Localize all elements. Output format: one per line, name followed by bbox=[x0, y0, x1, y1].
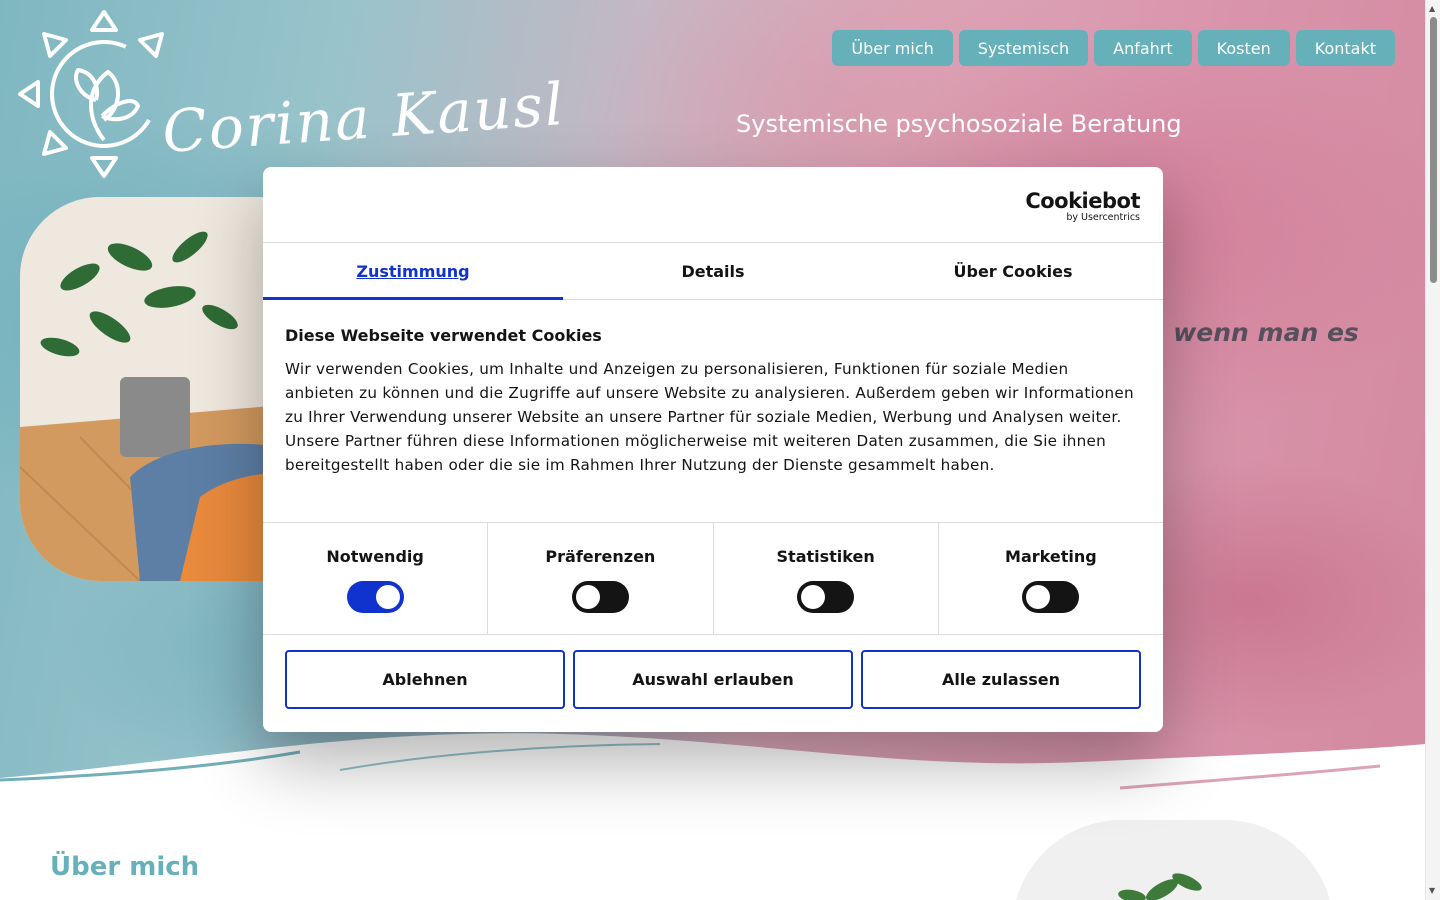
toggle-cell-marketing: Marketing bbox=[939, 523, 1163, 634]
toggle-knob bbox=[1026, 585, 1051, 609]
toggle-switch-statistiken[interactable] bbox=[797, 581, 855, 613]
page-scrollbar[interactable]: ▲ ▼ bbox=[1425, 0, 1440, 900]
toggle-knob bbox=[575, 585, 600, 609]
decline-button[interactable]: Ablehnen bbox=[285, 650, 565, 709]
toggle-switch-notwendig[interactable] bbox=[346, 581, 404, 613]
allow-selection-button[interactable]: Auswahl erlauben bbox=[573, 650, 853, 709]
tab-ueber-cookies[interactable]: Über Cookies bbox=[863, 243, 1163, 299]
scroll-up-icon[interactable]: ▲ bbox=[1429, 4, 1435, 13]
cookie-category-toggles: Notwendig Präferenzen Statistiken Market… bbox=[263, 523, 1163, 635]
toggle-label: Präferenzen bbox=[545, 547, 656, 566]
toggle-cell-statistiken: Statistiken bbox=[714, 523, 939, 634]
cookiebot-logo[interactable]: Cookiebot by Usercentrics bbox=[1025, 190, 1140, 224]
toggle-label: Notwendig bbox=[326, 547, 424, 566]
cookiebot-brand: Cookiebot bbox=[1025, 189, 1140, 213]
toggle-cell-notwendig: Notwendig bbox=[263, 523, 489, 634]
cookie-consent-dialog: Cookiebot by Usercentrics Zustimmung Det… bbox=[263, 167, 1163, 732]
scroll-down-icon[interactable]: ▼ bbox=[1429, 886, 1435, 895]
scrollbar-thumb[interactable] bbox=[1430, 17, 1437, 283]
tab-details[interactable]: Details bbox=[563, 243, 863, 299]
cookie-tabs: Zustimmung Details Über Cookies bbox=[263, 243, 1163, 300]
tab-zustimmung[interactable]: Zustimmung bbox=[263, 243, 563, 300]
allow-all-button[interactable]: Alle zulassen bbox=[861, 650, 1141, 709]
cookiebot-brand-sub: by Usercentrics bbox=[1066, 212, 1140, 223]
cookie-dialog-body: Diese Webseite verwendet Cookies Wir ver… bbox=[263, 300, 1163, 523]
toggle-switch-marketing[interactable] bbox=[1022, 581, 1080, 613]
toggle-knob bbox=[801, 585, 826, 609]
cookie-actions: Ablehnen Auswahl erlauben Alle zulassen bbox=[263, 635, 1163, 709]
toggle-cell-praeferenzen: Präferenzen bbox=[488, 523, 714, 634]
toggle-knob bbox=[375, 585, 400, 609]
cookie-dialog-text: Wir verwenden Cookies, um Inhalte und An… bbox=[285, 360, 1134, 474]
toggle-switch-praeferenzen[interactable] bbox=[571, 581, 629, 613]
cookie-dialog-header: Cookiebot by Usercentrics bbox=[263, 167, 1163, 243]
toggle-label: Statistiken bbox=[776, 547, 875, 566]
toggle-label: Marketing bbox=[1005, 547, 1097, 566]
cookie-dialog-title: Diese Webseite verwendet Cookies bbox=[285, 326, 602, 345]
